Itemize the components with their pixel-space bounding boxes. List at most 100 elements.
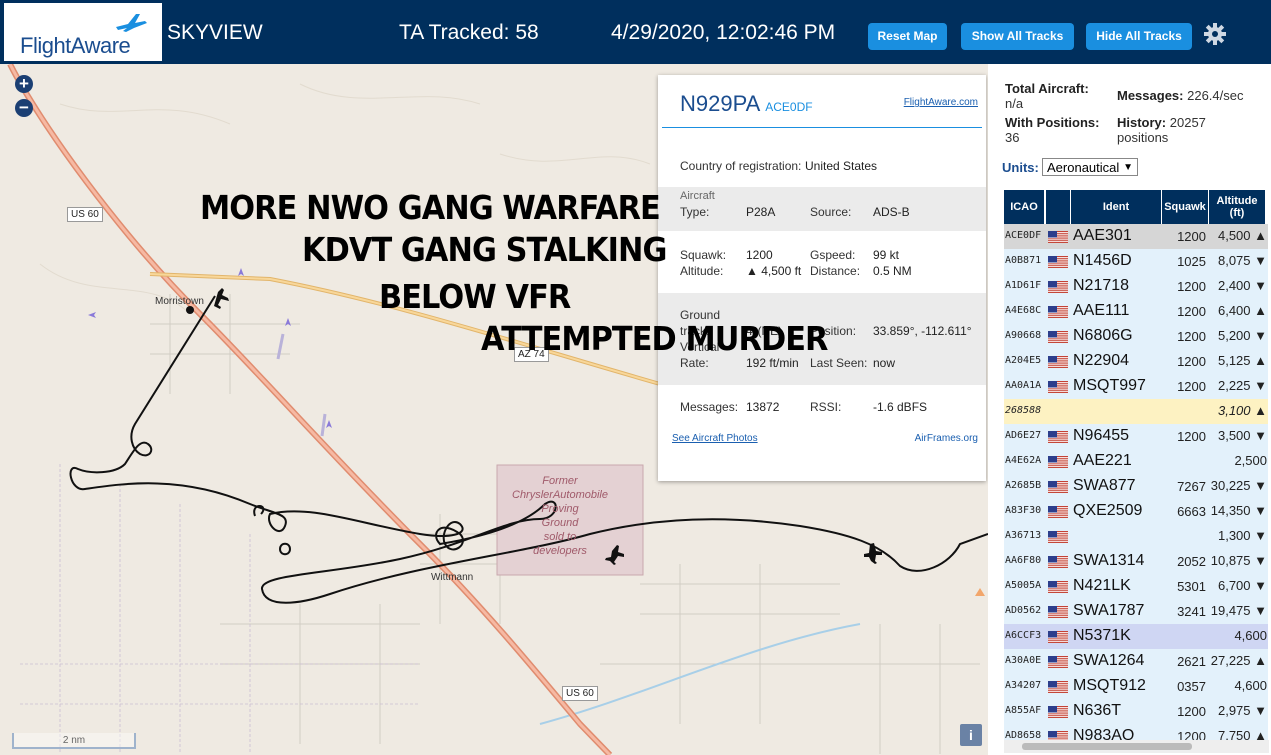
row-squawk: 1200 — [1177, 279, 1206, 294]
show-all-tracks-button[interactable]: Show All Tracks — [961, 23, 1074, 50]
col-flag[interactable] — [1046, 190, 1070, 224]
popup-section-aircraft: Aircraft Type: P28A Source: ADS-B — [658, 187, 986, 231]
overlay-line-4: ATTEMPTED MURDER — [481, 319, 828, 358]
table-row[interactable]: AA0A1A MSQT997 1200 2,225 ▼ — [1004, 374, 1268, 400]
registration-text: N929PA — [680, 91, 760, 116]
row-squawk: 1200 — [1177, 379, 1206, 394]
scrollbar-thumb[interactable] — [1022, 743, 1192, 750]
gear-icon[interactable] — [1203, 22, 1227, 46]
table-row[interactable]: A2685B SWA877 7267 30,225 ▼ — [1004, 474, 1268, 500]
col-altitude-label: Altitude — [1216, 195, 1258, 207]
popup-registration: N929PA ACE0DF — [680, 91, 813, 117]
row-squawk: 3241 — [1177, 604, 1206, 619]
us-flag-icon — [1048, 531, 1068, 543]
row-icao: A1D61F — [1005, 280, 1042, 291]
col-altitude[interactable]: Altitude (ft) — [1209, 190, 1265, 224]
distance-value: 0.5 NM — [873, 264, 912, 278]
messages-label: Messages: — [680, 400, 739, 414]
map-info-button[interactable]: i — [960, 724, 982, 746]
aircraft-info-popup: N929PA ACE0DF FlightAware.com Country of… — [658, 75, 986, 481]
table-row[interactable]: A855AF N636T 1200 2,975 ▼ — [1004, 699, 1268, 725]
messages-rate-value: 226.4/sec — [1187, 88, 1244, 103]
with-positions-label: With Positions: — [1005, 115, 1100, 130]
table-row[interactable]: AD6E27 N96455 1200 3,500 ▼ — [1004, 424, 1268, 450]
row-altitude: 6,400 ▲ — [1217, 303, 1267, 318]
us-flag-icon — [1048, 631, 1068, 643]
col-icao[interactable]: ICAO — [1004, 190, 1044, 224]
table-row[interactable]: A90668 N6806G 1200 5,200 ▼ — [1004, 324, 1268, 350]
table-row[interactable]: A1D61F N21718 1200 2,400 ▼ — [1004, 274, 1268, 300]
squawk-value: 1200 — [746, 248, 773, 262]
row-ident: N1456D — [1073, 252, 1132, 269]
table-row[interactable]: A36713 1,300 ▼ — [1004, 524, 1268, 550]
overlay-line-1: MORE NWO GANG WARFARE — [200, 188, 661, 227]
row-icao: A0B871 — [1005, 255, 1042, 266]
table-row[interactable]: A4E62A AAE221 2,500 — [1004, 449, 1268, 475]
former-line-5: sold to — [543, 531, 577, 543]
row-squawk: 1200 — [1177, 229, 1206, 244]
row-altitude: 19,475 ▼ — [1210, 603, 1267, 618]
col-squawk[interactable]: Squawk — [1162, 190, 1208, 224]
table-row[interactable]: A4E68C AAE111 1200 6,400 ▲ — [1004, 299, 1268, 325]
row-ident: SWA1787 — [1073, 602, 1145, 619]
table-row[interactable]: A83F30 QXE2509 6663 14,350 ▼ — [1004, 499, 1268, 525]
flightaware-logo[interactable]: FlightAware — [4, 3, 162, 61]
airframes-link[interactable]: AirFrames.org — [915, 433, 978, 444]
source-label: Source: — [810, 205, 852, 219]
us-flag-icon — [1048, 356, 1068, 368]
row-altitude: 10,875 ▼ — [1210, 553, 1267, 568]
flightaware-link[interactable]: FlightAware.com — [904, 97, 978, 108]
col-ident[interactable]: Ident — [1071, 190, 1161, 224]
gspeed-label: Gspeed: — [810, 248, 856, 262]
table-row[interactable]: 268588 3,100 ▲ — [1004, 399, 1268, 425]
us-flag-icon — [1048, 506, 1068, 518]
row-icao: A5005A — [1005, 580, 1042, 591]
row-altitude: 4,500 ▲ — [1217, 228, 1267, 243]
last-seen-label: Last Seen: — [810, 356, 868, 370]
see-aircraft-photos-link[interactable]: See Aircraft Photos — [672, 433, 758, 444]
row-icao: A2685B — [1005, 480, 1042, 491]
row-ident: SWA1314 — [1073, 552, 1145, 569]
row-squawk: 7267 — [1177, 479, 1206, 494]
row-altitude: 14,350 ▼ — [1210, 503, 1267, 518]
rssi-label: RSSI: — [810, 400, 842, 414]
reset-map-button[interactable]: Reset Map — [868, 23, 947, 50]
col-altitude-unit: (ft) — [1229, 207, 1245, 219]
table-row[interactable]: AA6F80 SWA1314 2052 10,875 ▼ — [1004, 549, 1268, 575]
row-icao: 268588 — [1005, 405, 1042, 416]
hide-all-tracks-button[interactable]: Hide All Tracks — [1086, 23, 1192, 50]
row-ident: N6806G — [1073, 327, 1133, 344]
row-altitude: 30,225 ▼ — [1210, 478, 1267, 493]
history-stat: History: 20257 positions — [1117, 115, 1206, 145]
table-row[interactable]: ACE0DF AAE301 1200 4,500 ▲ — [1004, 224, 1268, 250]
row-squawk: 1200 — [1177, 429, 1206, 444]
us-flag-icon — [1048, 656, 1068, 668]
table-row[interactable]: A0B871 N1456D 1025 8,075 ▼ — [1004, 249, 1268, 275]
country-label: Country of registration: — [680, 159, 802, 173]
table-row[interactable]: A5005A N421LK 5301 6,700 ▼ — [1004, 574, 1268, 600]
us-flag-icon — [1048, 331, 1068, 343]
units-select[interactable]: Aeronautical ▼ — [1042, 158, 1138, 176]
altitude-label: Altitude: — [680, 264, 724, 278]
horizontal-scrollbar[interactable] — [1004, 740, 1269, 753]
row-icao: A90668 — [1005, 330, 1042, 341]
zoom-in-button[interactable]: + — [15, 75, 33, 93]
us-flag-icon — [1048, 706, 1068, 718]
row-squawk: 1200 — [1177, 329, 1206, 344]
table-row[interactable]: A6CCF3 N5371K 4,600 — [1004, 624, 1268, 650]
table-row[interactable]: A204E5 N22904 1200 5,125 ▲ — [1004, 349, 1268, 375]
row-icao: A36713 — [1005, 530, 1042, 541]
history-label: History: — [1117, 115, 1167, 130]
table-row[interactable]: A30A0E SWA1264 2621 27,225 ▲ — [1004, 649, 1268, 675]
us-flag-icon — [1048, 381, 1068, 393]
zoom-out-button[interactable]: − — [15, 99, 33, 117]
row-ident: SWA1264 — [1073, 652, 1145, 669]
row-altitude: 2,975 ▼ — [1217, 703, 1267, 718]
table-row[interactable]: AD0562 SWA1787 3241 19,475 ▼ — [1004, 599, 1268, 625]
row-icao: A30A0E — [1005, 655, 1042, 666]
row-icao: A4E68C — [1005, 305, 1042, 316]
table-row[interactable]: A34207 MSQT912 0357 4,600 — [1004, 674, 1268, 700]
map-scale-bar: 2 nm — [12, 733, 136, 749]
row-altitude: 1,300 ▼ — [1217, 528, 1267, 543]
row-ident: N5371K — [1073, 627, 1131, 644]
